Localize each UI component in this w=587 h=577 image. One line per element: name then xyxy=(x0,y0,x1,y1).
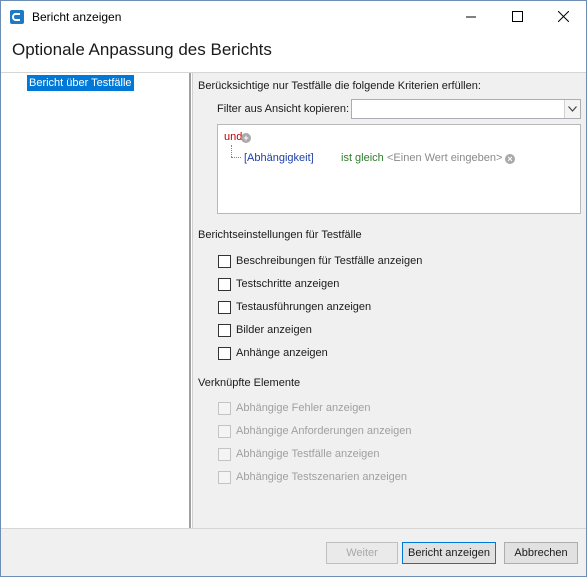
checkbox[interactable] xyxy=(218,323,231,337)
close-button[interactable] xyxy=(540,1,586,32)
checkbox[interactable] xyxy=(218,277,231,291)
option-label: Abhängige Testszenarien anzeigen xyxy=(236,471,408,483)
tree-connector xyxy=(231,145,232,157)
add-criterion-icon[interactable]: + xyxy=(241,133,251,143)
settings-pane: Berücksichtige nur Testfälle die folgend… xyxy=(192,73,586,528)
checkbox xyxy=(218,447,231,461)
filter-criteria-box: und + [Abhängigkeit] ist gleich <Einen W… xyxy=(217,124,581,214)
copy-filter-select[interactable] xyxy=(351,99,581,119)
group-operator[interactable]: und xyxy=(224,131,242,143)
option-linked-requirements: Abhängige Anforderungen anzeigen xyxy=(218,424,412,438)
criteria-heading: Berücksichtige nur Testfälle die folgend… xyxy=(198,80,481,92)
checkbox xyxy=(218,470,231,484)
close-icon xyxy=(557,11,569,22)
option-linked-testcases: Abhängige Testfälle anzeigen xyxy=(218,447,380,461)
remove-criterion-icon[interactable]: × xyxy=(505,154,515,164)
page-title: Optionale Anpassung des Berichts xyxy=(12,40,272,59)
nav-item-report-testcases[interactable]: Bericht über Testfälle xyxy=(27,75,134,91)
next-button[interactable]: Weiter xyxy=(326,542,398,564)
option-images[interactable]: Bilder anzeigen xyxy=(218,323,312,337)
title-bar[interactable]: Bericht anzeigen xyxy=(1,1,586,32)
option-linked-defects: Abhängige Fehler anzeigen xyxy=(218,401,371,415)
maximize-button[interactable] xyxy=(494,1,540,32)
copy-filter-label: Filter aus Ansicht kopieren: xyxy=(217,103,350,115)
report-settings-heading: Berichtseinstellungen für Testfälle xyxy=(198,229,362,241)
linked-items-heading: Verknüpfte Elemente xyxy=(198,377,301,389)
nav-pane: Bericht über Testfälle xyxy=(3,73,191,528)
option-label: Anhänge anzeigen xyxy=(236,347,328,359)
checkbox xyxy=(218,401,231,415)
checkbox[interactable] xyxy=(218,346,231,360)
checkbox[interactable] xyxy=(218,300,231,314)
checkbox xyxy=(218,424,231,438)
option-label: Bilder anzeigen xyxy=(236,324,312,336)
option-attachments[interactable]: Anhänge anzeigen xyxy=(218,346,328,360)
option-label: Testausführungen anzeigen xyxy=(236,301,372,313)
criterion-value[interactable]: <Einen Wert eingeben> xyxy=(387,152,502,164)
option-label: Beschreibungen für Testfälle anzeigen xyxy=(236,255,423,267)
maximize-icon xyxy=(511,11,523,22)
chevron-down-icon[interactable] xyxy=(564,100,580,118)
cancel-button[interactable]: Abbrechen xyxy=(504,542,578,564)
option-label: Abhängige Testfälle anzeigen xyxy=(236,448,380,460)
dialog-window: Bericht anzeigen Optionale Anpassung des… xyxy=(0,0,587,577)
option-label: Testschritte anzeigen xyxy=(236,278,340,290)
option-descriptions[interactable]: Beschreibungen für Testfälle anzeigen xyxy=(218,254,422,268)
option-linked-scenarios: Abhängige Testszenarien anzeigen xyxy=(218,470,407,484)
criterion-field[interactable]: [Abhängigkeit] xyxy=(244,152,314,164)
window-title: Bericht anzeigen xyxy=(32,10,122,24)
criterion-operator[interactable]: ist gleich xyxy=(341,152,384,164)
option-executions[interactable]: Testausführungen anzeigen xyxy=(218,300,371,314)
app-icon xyxy=(10,10,24,24)
tree-connector-branch xyxy=(231,157,241,158)
option-teststeps[interactable]: Testschritte anzeigen xyxy=(218,277,339,291)
option-label: Abhängige Fehler anzeigen xyxy=(236,402,371,414)
checkbox[interactable] xyxy=(218,254,231,268)
dialog-footer: Weiter Bericht anzeigen Abbrechen xyxy=(1,528,586,576)
minimize-icon xyxy=(466,16,476,17)
option-label: Abhängige Anforderungen anzeigen xyxy=(236,425,412,437)
show-report-button[interactable]: Bericht anzeigen xyxy=(402,542,496,564)
minimize-button[interactable] xyxy=(448,1,494,32)
